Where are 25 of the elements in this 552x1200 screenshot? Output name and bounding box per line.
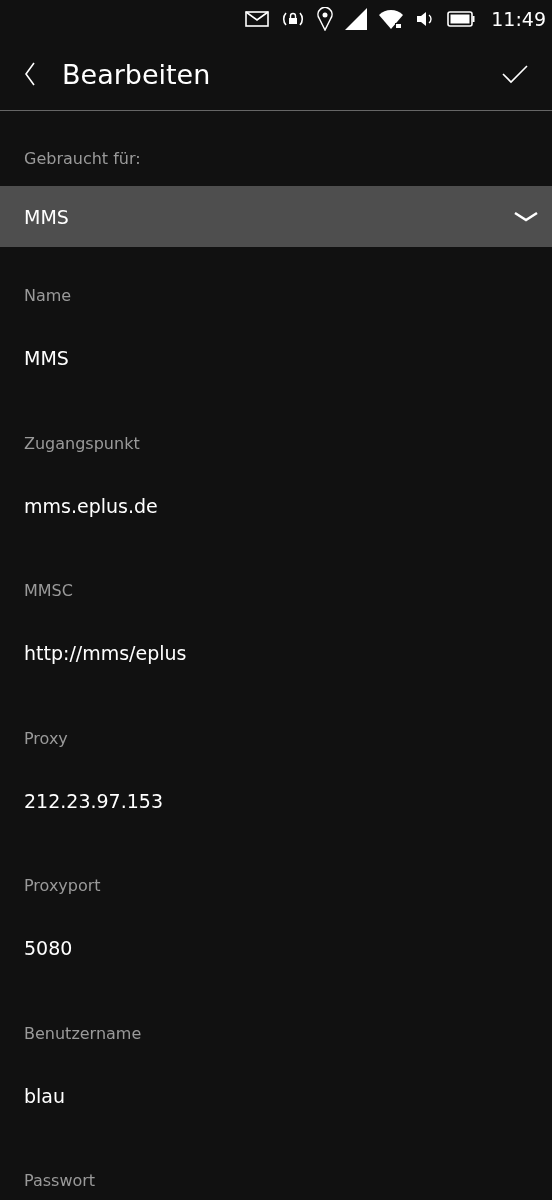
field-label: Proxyport [23,876,102,896]
confirm-button[interactable] [502,64,528,84]
wifi-icon [379,9,404,29]
location-icon [317,7,334,31]
back-button[interactable] [24,62,36,86]
field-label: Gebraucht für: [23,149,142,169]
input-field[interactable]: mms.eplus.de [0,493,158,518]
field-label: Zugangspunkt [23,433,141,454]
input-field[interactable]: http://mms/eplus [0,641,187,665]
input-field[interactable]: blau [0,1083,66,1108]
field-label: Passwort [23,1171,97,1191]
input-field[interactable]: 212.23.97.153 [0,788,163,813]
dropdown-field[interactable]: MMS [0,186,552,247]
clock-time: 11:49 [491,8,546,30]
input-field[interactable]: 5080 [0,936,73,960]
chevron-down-icon [514,210,538,223]
field-label: Proxy [23,728,69,749]
field-label: Name [23,286,73,306]
page-title: Bearbeiten [62,58,212,90]
field-label: Benutzername [23,1023,143,1044]
mail-icon [245,11,270,27]
signal-icon [345,8,368,30]
input-field[interactable]: MMS [0,346,69,370]
field-label: MMSC [23,581,74,601]
battery-icon [447,11,476,27]
